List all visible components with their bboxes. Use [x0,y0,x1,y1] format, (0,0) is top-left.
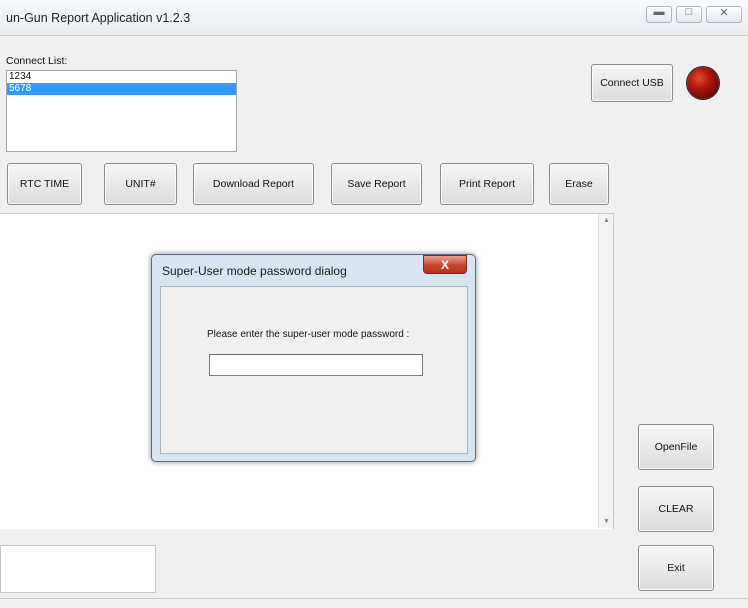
connect-list-label: Connect List: [6,55,68,67]
scroll-up-icon[interactable]: ▲ [599,217,614,224]
rtc-time-button[interactable]: RTC TIME [7,163,82,205]
dialog-title: Super-User mode password dialog [162,264,347,278]
dialog-body: Please enter the super-user mode passwor… [160,286,468,454]
minimize-icon: ▬ [653,6,665,18]
open-file-button[interactable]: OpenFile [638,424,714,470]
print-report-button[interactable]: Print Report [440,163,534,205]
password-prompt: Please enter the super-user mode passwor… [207,329,410,340]
password-input[interactable] [209,354,423,376]
dialog-close-button[interactable]: X [423,255,467,274]
connect-list[interactable]: 1234 5678 [6,70,237,152]
unit-button[interactable]: UNIT# [104,163,177,205]
close-button[interactable]: ✕ [706,6,742,23]
list-item[interactable]: 1234 [7,71,236,83]
password-dialog: Super-User mode password dialog X Please… [151,254,476,462]
close-icon: ✕ [719,7,729,19]
maximize-button[interactable]: □ [676,6,702,23]
title-bar: un-Gun Report Application v1.2.3 ▬ □ ✕ [0,0,748,36]
window-title: un-Gun Report Application v1.2.3 [6,11,191,25]
clear-button[interactable]: CLEAR [638,486,714,532]
maximize-icon: □ [685,6,693,18]
close-icon: X [440,257,449,272]
vertical-scrollbar[interactable]: ▲ ▼ [598,214,613,528]
minimize-button[interactable]: ▬ [646,6,672,23]
save-report-button[interactable]: Save Report [331,163,422,205]
download-report-button[interactable]: Download Report [193,163,314,205]
divider [0,598,748,599]
scroll-down-icon[interactable]: ▼ [599,518,614,525]
exit-button[interactable]: Exit [638,545,714,591]
list-item[interactable]: 5678 [7,83,236,95]
status-input-field[interactable] [0,545,156,593]
connect-usb-button[interactable]: Connect USB [591,64,673,102]
erase-button[interactable]: Erase [549,163,609,205]
status-led-icon [687,67,719,99]
